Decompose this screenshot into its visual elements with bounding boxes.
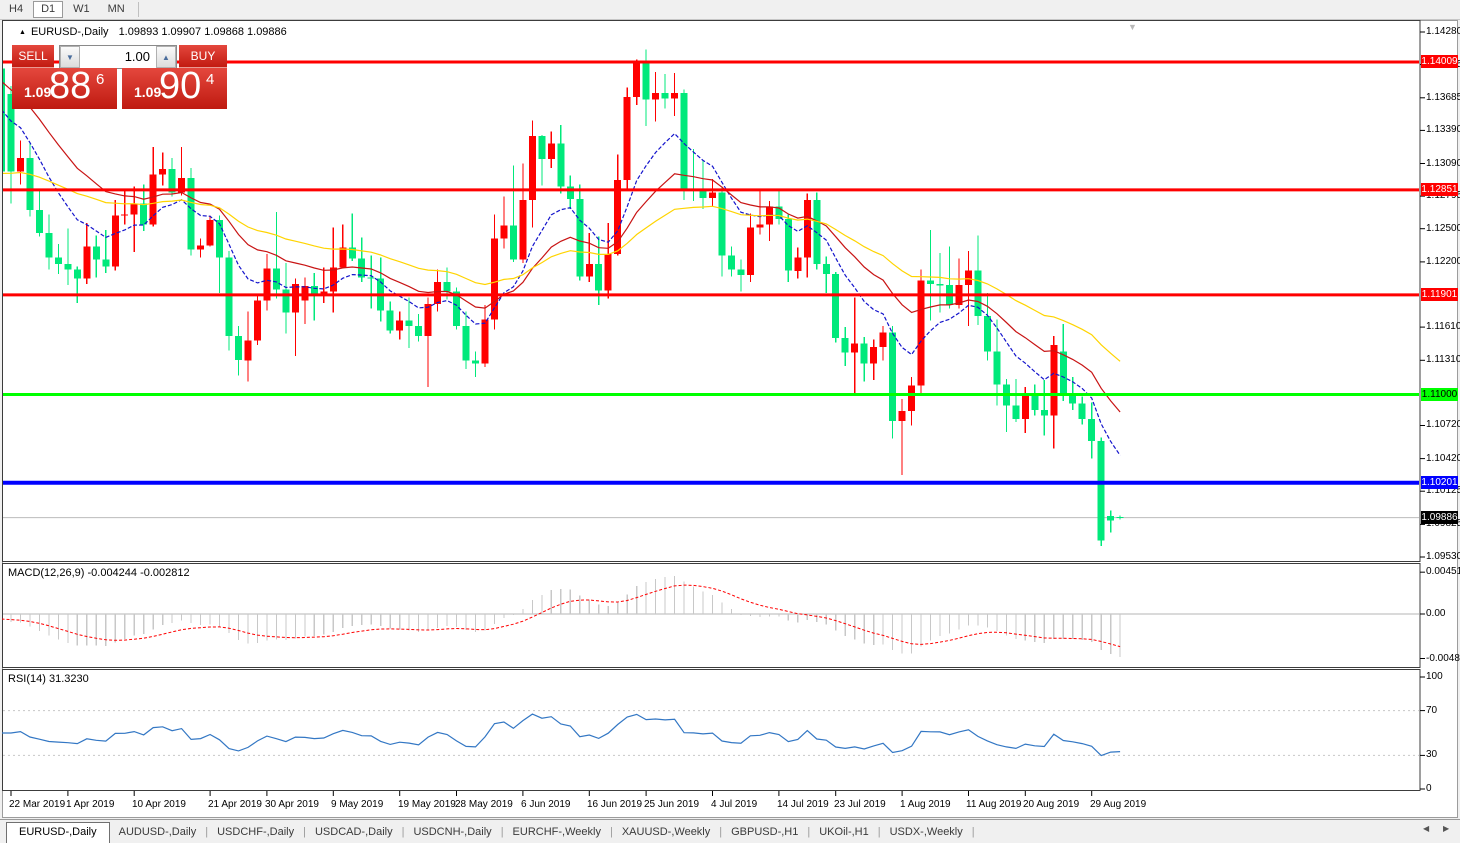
date-tick-label: 1 Aug 2019 — [900, 799, 951, 810]
macd-scale-label: 0.004517 — [1426, 566, 1460, 577]
tab-scroll-right-icon[interactable]: ▶ — [1443, 824, 1449, 833]
price-tick-label: 1.13685 — [1426, 92, 1460, 103]
symbol-tab-ukoil-h1[interactable]: UKOil-,H1 — [810, 823, 878, 842]
price-tick-label: 1.13390 — [1426, 124, 1460, 135]
price-level-badge: 1.14009 — [1421, 55, 1458, 68]
price-tick-label: 1.12500 — [1426, 223, 1460, 234]
date-tick-label: 30 Apr 2019 — [265, 799, 319, 810]
chart-symbol-label: EURUSD-,Daily — [31, 26, 109, 38]
rsi-scale-label: 30 — [1426, 749, 1460, 760]
price-level-badge: 1.11901 — [1421, 288, 1458, 301]
timeframe-toolbar: H4D1W1MN — [0, 0, 1460, 20]
date-tick-label: 11 Aug 2019 — [966, 799, 1021, 810]
collapse-arrow-icon[interactable]: ▲ — [19, 29, 26, 36]
tab-scroll-left-icon[interactable]: ◀ — [1423, 824, 1429, 833]
sell-price-big-digits: 88 — [49, 65, 91, 108]
date-tick-label: 29 Aug 2019 — [1090, 799, 1146, 810]
rsi-label: RSI(14) 31.3230 — [8, 673, 89, 685]
date-tick-label: 19 May 2019 — [398, 799, 456, 810]
price-level-badge: 1.09886 — [1421, 511, 1458, 524]
rsi-scale-label: 70 — [1426, 705, 1460, 716]
symbol-tab-audusd-daily[interactable]: AUDUSD-,Daily — [110, 823, 206, 842]
chart-window[interactable]: ▲ EURUSD-,Daily 1.09893 1.09907 1.09868 1.… — [2, 20, 1458, 818]
price-tick-label: 1.11310 — [1426, 354, 1460, 365]
price-tick-label: 1.14280 — [1426, 26, 1460, 37]
symbol-tab-usdcnh-daily[interactable]: USDCNH-,Daily — [404, 823, 500, 842]
date-tick-label: 4 Jul 2019 — [711, 799, 757, 810]
buy-price-pip-digit: 4 — [206, 71, 214, 88]
price-chart-canvas[interactable] — [2, 20, 1458, 818]
date-tick-label: 28 May 2019 — [455, 799, 513, 810]
date-tick-label: 10 Apr 2019 — [132, 799, 186, 810]
price-level-badge: 1.12851 — [1421, 183, 1458, 196]
price-tick-label: 1.10420 — [1426, 453, 1460, 464]
rsi-value: 31.3230 — [49, 673, 89, 685]
date-tick-label: 25 Jun 2019 — [644, 799, 699, 810]
date-tick-label: 21 Apr 2019 — [208, 799, 262, 810]
rsi-scale-label: 0 — [1426, 783, 1460, 794]
symbol-tab-usdcad-daily[interactable]: USDCAD-,Daily — [306, 823, 402, 842]
price-tick-label: 1.13090 — [1426, 158, 1460, 169]
timeframe-button-w1[interactable]: W1 — [65, 1, 98, 18]
sell-price-prefix: 1.09 — [24, 84, 51, 100]
price-tick-label: 1.12200 — [1426, 256, 1460, 267]
toolbar-separator — [138, 2, 139, 17]
date-tick-label: 20 Aug 2019 — [1023, 799, 1079, 810]
price-tick-label: 1.11610 — [1426, 321, 1460, 332]
symbol-tab-xauusd-weekly[interactable]: XAUUSD-,Weekly — [613, 823, 719, 842]
date-tick-label: 23 Jul 2019 — [834, 799, 886, 810]
symbol-tab-usdchf-daily[interactable]: USDCHF-,Daily — [208, 823, 303, 842]
price-level-badge: 1.10201 — [1421, 476, 1458, 489]
rsi-scale-label: 100 — [1426, 671, 1460, 682]
chart-ohlc-values: 1.09893 1.09907 1.09868 1.09886 — [119, 26, 287, 38]
scroll-position-marker-icon: ▼ — [1128, 22, 1137, 32]
price-level-badge: 1.11000 — [1421, 388, 1458, 401]
buy-price-big-digits: 90 — [159, 65, 201, 108]
symbol-tab-usdx-weekly[interactable]: USDX-,Weekly — [881, 823, 972, 842]
chart-title: ▲ EURUSD-,Daily 1.09893 1.09907 1.09868 1.… — [19, 26, 287, 38]
timeframe-button-mn[interactable]: MN — [100, 1, 133, 18]
timeframe-button-h4[interactable]: H4 — [1, 1, 31, 18]
sell-button[interactable]: SELL — [12, 45, 54, 68]
date-tick-label: 6 Jun 2019 — [521, 799, 571, 810]
tab-separator: | — [972, 826, 975, 842]
timeframe-button-d1[interactable]: D1 — [33, 1, 63, 18]
macd-values: -0.004244 -0.002812 — [87, 567, 189, 579]
symbol-tab-gbpusd-h1[interactable]: GBPUSD-,H1 — [722, 823, 807, 842]
price-tick-label: 1.09530 — [1426, 551, 1460, 562]
macd-label: MACD(12,26,9) -0.004244 -0.002812 — [8, 567, 190, 579]
symbol-tab-eurchf-weekly[interactable]: EURCHF-,Weekly — [504, 823, 610, 842]
date-tick-label: 1 Apr 2019 — [66, 799, 114, 810]
macd-scale-label: -0.004806 — [1426, 653, 1460, 664]
date-tick-label: 16 Jun 2019 — [587, 799, 642, 810]
macd-scale-label: 0.00 — [1426, 608, 1460, 619]
volume-field[interactable]: 1.00 — [80, 46, 156, 68]
buy-price-display[interactable]: 1.09 90 4 — [122, 68, 227, 109]
buy-price-prefix: 1.09 — [134, 84, 161, 100]
date-tick-label: 14 Jul 2019 — [777, 799, 829, 810]
symbol-tab-bar: EURUSD-,DailyAUDUSD-,Daily | USDCHF-,Daily… — [0, 819, 1460, 842]
sell-price-display[interactable]: 1.09 88 6 — [12, 68, 117, 109]
sell-price-pip-digit: 6 — [96, 71, 104, 88]
price-tick-label: 1.10720 — [1426, 419, 1460, 430]
symbol-tab-eurusd-daily[interactable]: EURUSD-,Daily — [6, 822, 110, 843]
date-tick-label: 22 Mar 2019 — [9, 799, 65, 810]
date-tick-label: 9 May 2019 — [331, 799, 383, 810]
